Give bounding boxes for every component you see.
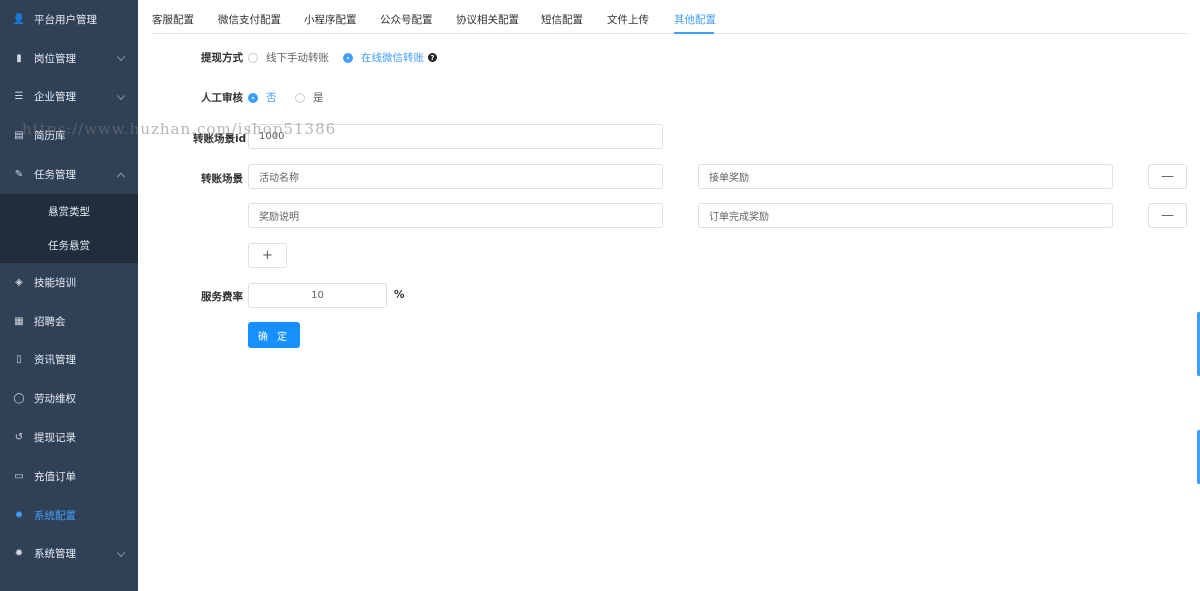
radio-circle (343, 52, 353, 63)
scene-row-1-value-input[interactable]: 接单奖励 (698, 164, 1113, 189)
chevron-down-icon (116, 548, 126, 557)
config-tabs: 客服配置 微信支付配置 小程序配置 公众号配置 协议相关配置 短信配置 文件上传… (152, 0, 1188, 34)
sidebar-item-recharge-orders[interactable]: ▭ 充值订单 (0, 457, 138, 496)
sidebar-item-resumes[interactable]: ▤ 简历库 (0, 116, 138, 155)
sidebar-item-system-config[interactable]: ✹ 系统配置 (0, 496, 138, 535)
sidebar-item-platform-users[interactable]: 👤 平台用户管理 (0, 0, 138, 39)
layers-icon: ◈ (15, 276, 23, 288)
scene-row-2-value-input[interactable]: 订单完成奖励 (698, 203, 1113, 228)
list-icon: ☰ (14, 91, 24, 103)
tab-official-account[interactable]: 公众号配置 (380, 0, 433, 34)
user-icon: 👤 (12, 13, 26, 25)
table-icon: ▦ (14, 315, 24, 327)
task-icon: ✎ (14, 169, 24, 181)
sidebar-item-label: 劳动维权 (34, 393, 76, 406)
app-root: 👤 平台用户管理 ▮ 岗位管理 ☰ 企业管理 ▤ 简历库 ✎ 任务管理 悬赏类型… (0, 0, 1200, 591)
submenu-item-reward-types[interactable]: 悬赏类型 (0, 194, 138, 229)
radio-circle (295, 92, 305, 103)
sidebar-item-job-fair[interactable]: ▦ 招聘会 (0, 302, 138, 341)
tab-customer-service[interactable]: 客服配置 (152, 0, 194, 34)
chevron-down-icon (116, 52, 126, 62)
sidebar-item-jobs[interactable]: ▮ 岗位管理 (0, 39, 138, 78)
book-icon: ▯ (16, 354, 22, 366)
sidebar-item-label: 系统管理 (34, 548, 76, 561)
scene-label: 转账场景 (201, 173, 243, 185)
scene-row-1-name-input[interactable]: 活动名称 (248, 164, 663, 189)
sidebar-item-label: 技能培训 (34, 276, 76, 289)
document-icon: ▤ (14, 130, 24, 142)
sidebar: 👤 平台用户管理 ▮ 岗位管理 ☰ 企业管理 ▤ 简历库 ✎ 任务管理 悬赏类型… (0, 0, 138, 591)
withdraw-method-label: 提现方式 (201, 52, 243, 64)
sidebar-item-skill-training[interactable]: ◈ 技能培训 (0, 263, 138, 302)
sidebar-item-labor-rights[interactable]: ◯ 劳动维权 (0, 379, 138, 418)
service-fee-label: 服务费率 (201, 291, 243, 303)
active-tab-indicator (674, 32, 714, 34)
briefcase-icon: ▮ (16, 52, 22, 64)
tab-mini-program[interactable]: 小程序配置 (304, 0, 357, 34)
sidebar-item-news[interactable]: ▯ 资讯管理 (0, 341, 138, 380)
sidebar-item-label: 提现记录 (34, 432, 76, 445)
settings-icon: ✹ (14, 548, 24, 560)
sidebar-item-label: 充值订单 (34, 470, 76, 483)
sidebar-item-label: 系统配置 (34, 509, 76, 522)
sidebar-item-companies[interactable]: ☰ 企业管理 (0, 78, 138, 117)
sidebar-item-tasks[interactable]: ✎ 任务管理 (0, 155, 138, 194)
history-icon: ↺ (14, 432, 24, 444)
sidebar-item-system-management[interactable]: ✹ 系统管理 (0, 535, 138, 574)
sidebar-item-label: 招聘会 (34, 315, 66, 328)
manual-review-label: 人工审核 (201, 92, 243, 104)
sidebar-item-label: 简历库 (34, 130, 66, 143)
remove-row-2-button[interactable]: — (1148, 203, 1187, 228)
radio-online-wechat-transfer[interactable]: 在线微信转账 ? (343, 50, 437, 65)
radio-review-yes[interactable]: 是 (295, 90, 324, 105)
scene-id-input[interactable]: 1000 (248, 124, 663, 149)
chevron-up-icon (116, 172, 126, 181)
add-row-button[interactable]: + (248, 243, 287, 268)
sidebar-item-withdraw-records[interactable]: ↺ 提现记录 (0, 418, 138, 457)
gear-icon: ✹ (14, 509, 24, 521)
scene-id-label: 转账场景id (193, 133, 247, 145)
radio-circle (248, 92, 258, 103)
shield-icon: ◯ (13, 393, 25, 405)
scene-row-2-name-input[interactable]: 奖励说明 (248, 203, 663, 228)
radio-review-no[interactable]: 否 (248, 90, 277, 105)
remove-row-1-button[interactable]: — (1148, 164, 1187, 189)
radio-label: 在线微信转账 (361, 52, 424, 64)
card-icon: ▭ (14, 470, 24, 482)
radio-label: 否 (266, 92, 277, 104)
tab-other[interactable]: 其他配置 (674, 0, 716, 34)
tab-sms[interactable]: 短信配置 (541, 0, 583, 34)
radio-circle (248, 52, 258, 63)
sidebar-item-label: 资讯管理 (34, 354, 76, 367)
chevron-down-icon (116, 91, 126, 101)
radio-label: 线下手动转账 (266, 52, 329, 64)
task-submenu: 悬赏类型 任务悬赏 (0, 193, 138, 263)
submenu-item-task-rewards[interactable]: 任务悬赏 (0, 228, 138, 263)
percent-suffix: % (394, 289, 405, 301)
tab-wechat-pay[interactable]: 微信支付配置 (218, 0, 281, 34)
radio-label: 是 (313, 92, 324, 104)
sidebar-item-label: 任务管理 (34, 169, 76, 182)
tab-agreements[interactable]: 协议相关配置 (456, 0, 519, 34)
radio-offline-transfer[interactable]: 线下手动转账 (248, 50, 329, 65)
service-fee-input[interactable]: 10 (248, 283, 387, 308)
help-icon[interactable]: ? (428, 53, 437, 62)
tab-file-upload[interactable]: 文件上传 (607, 0, 649, 34)
sidebar-item-label: 岗位管理 (34, 52, 76, 65)
submit-button[interactable]: 确 定 (248, 322, 300, 348)
sidebar-item-label: 平台用户管理 (34, 13, 97, 26)
sidebar-item-label: 企业管理 (34, 91, 76, 104)
